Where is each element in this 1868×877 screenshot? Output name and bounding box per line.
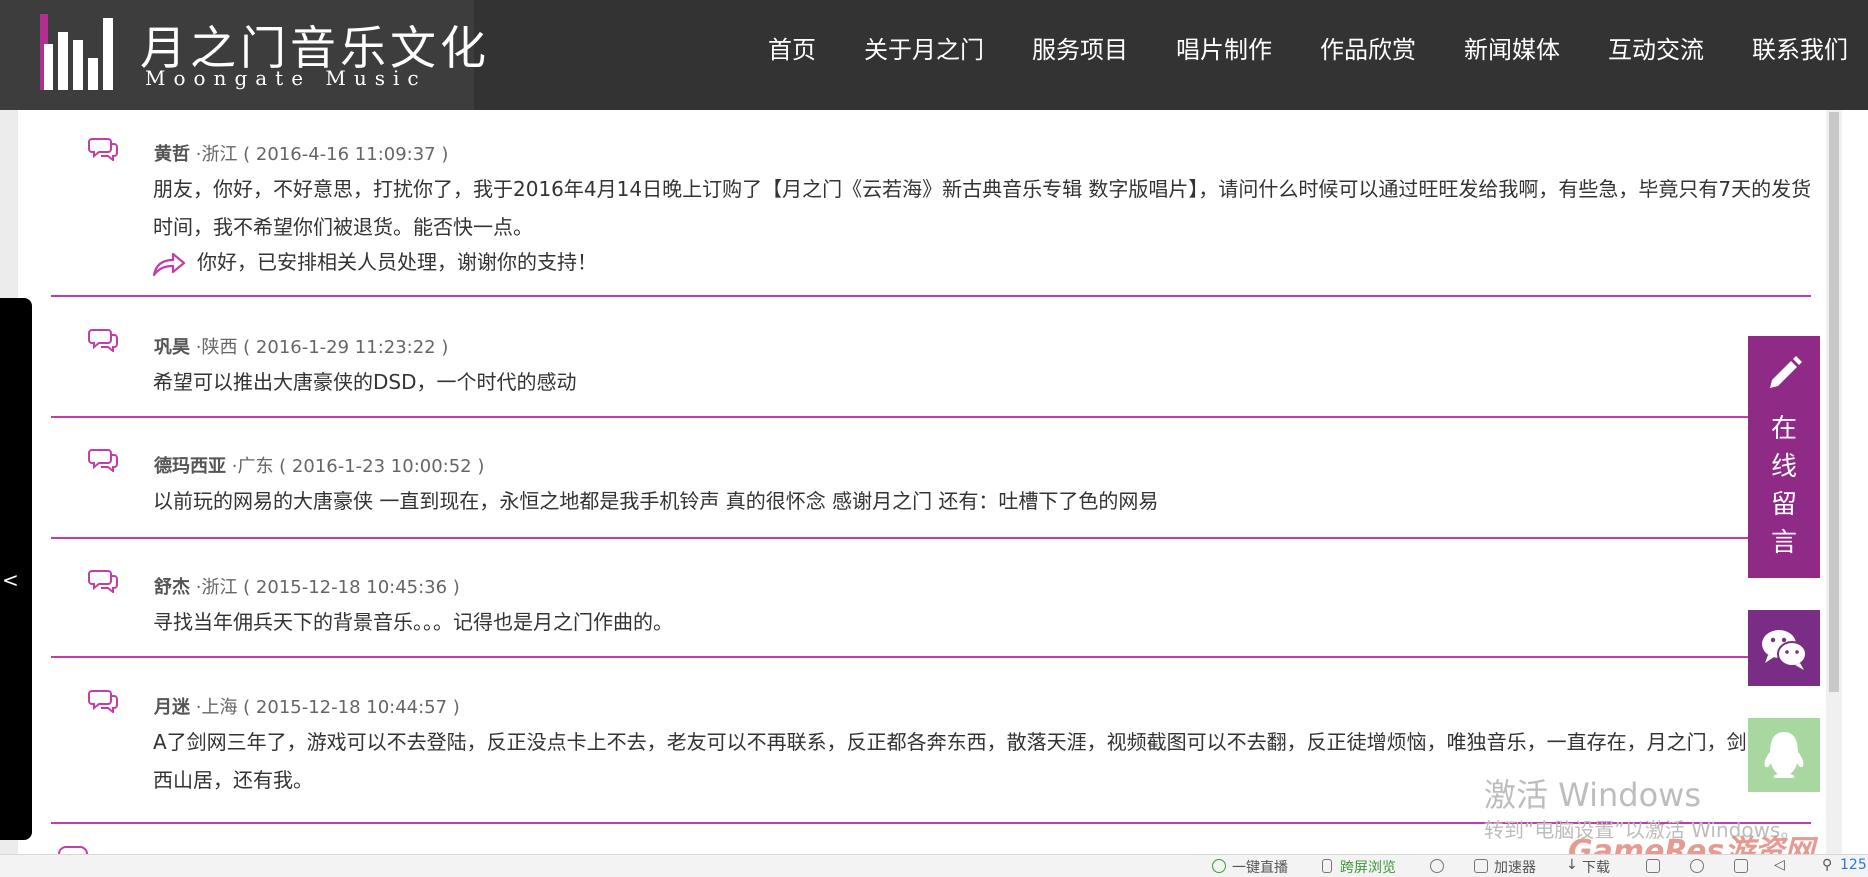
nav-interact[interactable]: 互动交流 [1608,32,1704,68]
wechat-button[interactable] [1748,610,1820,686]
reply-text: 你好，已安排相关人员处理，谢谢你的支持！ [197,250,597,274]
zoom-icon: ⚲ [1822,857,1833,873]
message-body: 寻找当年佣兵天下的背景音乐。。。记得也是月之门作曲的。 [153,610,673,634]
rocket-icon [1474,859,1488,873]
message-meta: ·陕西 ( 2016-1-29 11:23:22 ) [190,337,449,358]
online-message-button[interactable]: 在 线 留 言 [1748,336,1820,578]
list-item: 巩昊 ·陕西 ( 2016-1-29 11:23:22 ) 希望可以推出大唐豪侠… [51,299,1811,418]
list-item: 黄哲 ·浙江 ( 2016-4-16 11:09:37 ) 朋友，你好，不好意思… [51,110,1811,297]
nav-home[interactable]: 首页 [768,32,816,68]
zoom-level[interactable]: 125 [1840,857,1867,873]
float-label-char: 留 [1770,490,1797,520]
site-header: 月之门音乐文化 Moongate Music 首页 关于月之门 服务项目 唱片制… [0,0,1868,110]
nav-services[interactable]: 服务项目 [1032,32,1128,68]
scrollbar-thumb[interactable] [1829,112,1839,692]
guestbook-list: 黄哲 ·浙江 ( 2016-4-16 11:09:37 ) 朋友，你好，不好意思… [18,110,1826,854]
message-meta: ·广东 ( 2016-1-23 10:00:52 ) [226,456,485,477]
message-body: 以前玩的网易的大唐豪侠 一直到现在，永恒之地都是我手机铃声 真的很怀念 感谢月之… [153,489,1159,513]
browser-statusbar: 一键直播 跨屏浏览 加速器 ↓ 下载 ◁ ⚲ 125 [0,854,1868,877]
message-meta: ·浙江 ( 2015-12-18 10:45:36 ) [190,577,460,598]
download-arrow-icon: ↓ [1566,857,1578,873]
wechat-icon [1762,630,1807,670]
qq-button[interactable] [1748,718,1820,792]
comment-icon [88,329,118,352]
float-label-char: 线 [1770,452,1797,482]
history-icon[interactable] [1690,859,1704,873]
comment-icon [88,690,118,713]
list-item: 德玛西亚 ·广东 ( 2016-1-23 10:00:52 ) 以前玩的网易的大… [51,420,1811,539]
reply: 你好，已安排相关人员处理，谢谢你的支持！ [151,246,597,278]
cross-screen-button[interactable]: 跨屏浏览 [1340,857,1396,877]
nav-records[interactable]: 唱片制作 [1176,32,1272,68]
message-meta: ·上海 ( 2015-12-18 10:44:57 ) [190,697,460,718]
play-icon [1212,859,1226,873]
message-header: 黄哲 ·浙江 ( 2016-4-16 11:09:37 ) [154,140,448,166]
comment-icon [88,449,118,472]
logo-mark-icon [40,14,120,90]
message-body: 希望可以推出大唐豪侠的DSD，一个时代的感动 [153,370,577,394]
flag-icon[interactable] [1646,859,1660,873]
comment-icon [88,570,118,593]
message-header: 德玛西亚 ·广东 ( 2016-1-23 10:00:52 ) [154,452,484,478]
float-label-char: 在 [1770,414,1797,444]
nav-about[interactable]: 关于月之门 [864,32,984,68]
reply-arrow-icon [152,252,186,276]
message-header: 月迷 ·上海 ( 2015-12-18 10:44:57 ) [154,693,460,719]
brand-subtitle: Moongate Music [145,66,427,90]
author-name: 月迷 [154,697,190,718]
window-icon[interactable] [1734,859,1748,873]
nav-contact[interactable]: 联系我们 [1752,32,1848,68]
logo[interactable]: 月之门音乐文化 Moongate Music [0,0,486,110]
pencil-icon [1770,356,1802,388]
live-button[interactable]: 一键直播 [1232,857,1288,877]
author-name: 德玛西亚 [154,456,226,477]
refresh-icon[interactable] [1430,859,1444,873]
author-name: 黄哲 [154,144,190,165]
author-name: 舒杰 [154,577,190,598]
accelerator-button[interactable]: 加速器 [1494,857,1536,877]
activate-windows-title: 激活 Windows [1484,776,1702,814]
message-header: 舒杰 ·浙江 ( 2015-12-18 10:45:36 ) [154,573,460,599]
message-header: 巩昊 ·陕西 ( 2016-1-29 11:23:22 ) [154,333,448,359]
comment-icon [58,846,88,854]
nav-works[interactable]: 作品欣赏 [1320,32,1416,68]
online-message-label: 在 线 留 言 [1748,410,1820,562]
float-label-char: 言 [1770,528,1797,558]
nav-news[interactable]: 新闻媒体 [1464,32,1560,68]
message-body: 朋友，你好，不好意思，打扰你了，我于2016年4月14日晚上订购了【月之门《云若… [153,177,1812,239]
author-name: 巩昊 [154,337,190,358]
list-item: 舒杰 ·浙江 ( 2015-12-18 10:45:36 ) 寻找当年佣兵天下的… [51,541,1811,658]
browser-page: { "brand": { "title": "月之门音乐文化", "subtit… [0,0,1868,877]
message-meta: ·浙江 ( 2016-4-16 11:09:37 ) [190,144,449,165]
speaker-icon[interactable]: ◁ [1774,857,1785,873]
download-button[interactable]: 下载 [1582,857,1610,877]
main-nav: 首页 关于月之门 服务项目 唱片制作 作品欣赏 新闻媒体 互动交流 联系我们 [768,32,1868,68]
qq-icon [1764,732,1804,778]
comment-icon [88,138,118,161]
phone-icon [1322,859,1332,873]
expand-arrow-icon[interactable]: < [2,568,19,592]
